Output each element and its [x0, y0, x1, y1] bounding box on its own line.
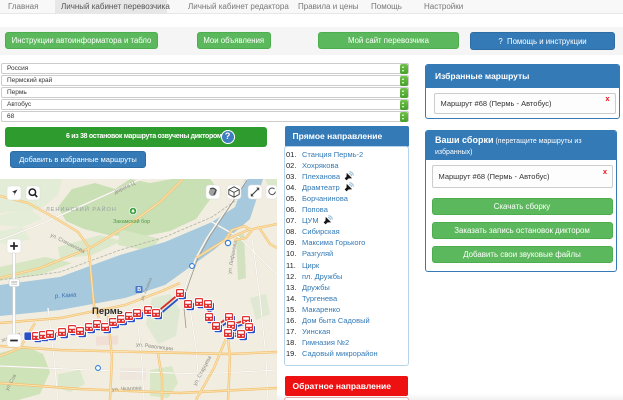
svg-text:Закамский бор: Закамский бор: [113, 218, 150, 225]
svg-text:ЛЕНИНСКИЙ РАЙОН: ЛЕНИНСКИЙ РАЙОН: [46, 205, 117, 213]
svg-text:В: В: [137, 287, 141, 293]
